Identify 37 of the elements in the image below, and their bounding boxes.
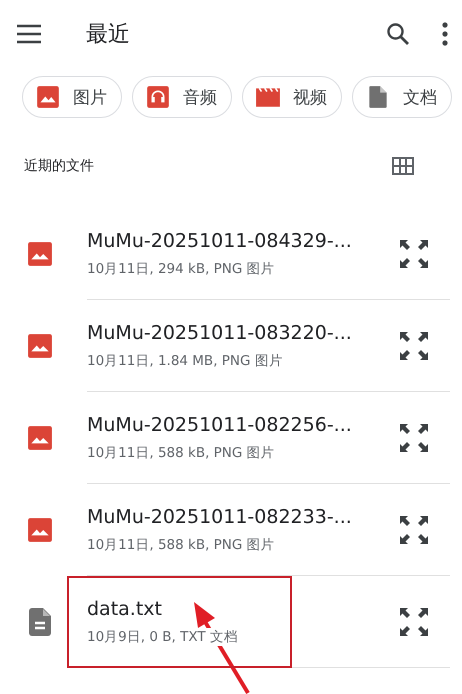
file-row[interactable]: data.txt 10月9日, 0 B, TXT 文档 (0, 576, 462, 668)
image-icon (26, 241, 52, 267)
expand-button[interactable] (398, 606, 430, 638)
file-row[interactable]: MuMu-20251011-082256-... 10月11日, 588 kB, PNG 图片 (0, 392, 462, 484)
file-details: 10月11日, 1.84 MB, PNG 图片 (87, 352, 283, 370)
file-details: 10月11日, 294 kB, PNG 图片 (87, 260, 275, 278)
file-details: 10月11日, 588 kB, PNG 图片 (87, 536, 275, 554)
expand-button[interactable] (398, 514, 430, 546)
file-name: MuMu-20251011-082256-... (87, 414, 353, 436)
expand-button[interactable] (398, 422, 430, 454)
document-icon (28, 608, 50, 636)
grid-view-button[interactable] (392, 157, 414, 175)
filter-chip[interactable]: 音频 (132, 76, 232, 118)
image-icon (26, 425, 52, 451)
search-button[interactable] (386, 22, 410, 46)
filter-chip[interactable]: 图片 (22, 76, 122, 118)
headphones-icon (145, 84, 171, 110)
image-icon (26, 333, 52, 359)
file-row[interactable]: MuMu-20251011-082233-... 10月11日, 588 kB, PNG 图片 (0, 484, 462, 576)
file-details: 10月11日, 588 kB, PNG 图片 (87, 444, 275, 462)
filter-chip[interactable]: 视频 (242, 76, 342, 118)
page-title: 最近 (86, 21, 131, 49)
file-row[interactable]: MuMu-20251011-084329-... 10月11日, 294 kB, PNG 图片 (0, 208, 462, 300)
filter-chip[interactable]: 文档 (352, 76, 452, 118)
image-icon (35, 84, 61, 110)
file-name: MuMu-20251011-083220-... (87, 322, 353, 344)
file-name: MuMu-20251011-084329-... (87, 230, 353, 252)
more-options-button[interactable] (442, 22, 448, 46)
file-row[interactable]: MuMu-20251011-083220-... 10月11日, 1.84 MB, PNG 图片 (0, 300, 462, 392)
section-label: 近期的文件 (24, 157, 94, 175)
file-name: data.txt (87, 598, 163, 620)
expand-button[interactable] (398, 238, 430, 270)
menu-button[interactable] (16, 24, 42, 44)
file-details: 10月9日, 0 B, TXT 文档 (87, 628, 238, 646)
expand-button[interactable] (398, 330, 430, 362)
image-icon (26, 517, 52, 543)
file-name: MuMu-20251011-082233-... (87, 506, 353, 528)
